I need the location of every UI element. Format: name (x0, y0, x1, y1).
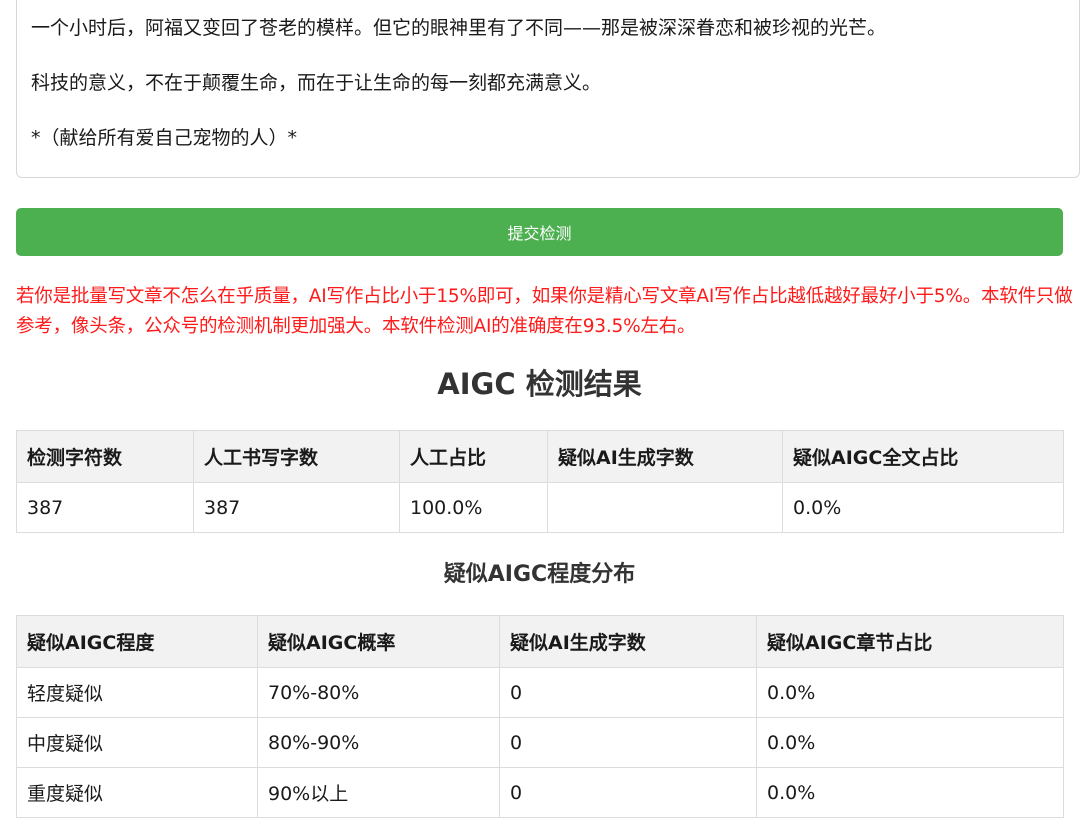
cell-ai-count: 0 (499, 717, 757, 768)
table-row: 387 387 100.0% 0.0% (16, 482, 1064, 533)
cell-ai-count (547, 482, 783, 533)
cell-level: 中度疑似 (16, 717, 258, 768)
cell-probability: 80%-90% (257, 717, 500, 768)
submit-detection-button[interactable]: 提交检测 (16, 208, 1063, 256)
header-ai-count: 疑似AI生成字数 (547, 430, 783, 483)
header-ai-char-count: 疑似AI生成字数 (499, 615, 757, 668)
header-section-ratio: 疑似AIGC章节占比 (756, 615, 1064, 668)
table-row: 轻度疑似 70%-80% 0 0.0% (16, 667, 1064, 718)
notice-text: 若你是批量写文章不怎么在乎质量，AI写作占比小于15%即可，如果你是精心写文章A… (16, 286, 1073, 337)
cell-human-count: 387 (193, 482, 400, 533)
header-aigc-ratio: 疑似AIGC全文占比 (782, 430, 1064, 483)
cell-section-ratio: 0.0% (756, 767, 1064, 818)
cell-section-ratio: 0.0% (756, 667, 1064, 718)
article-paragraph-3: *（献给所有爱自己宠物的人）* (31, 127, 298, 149)
table-row: 中度疑似 80%-90% 0 0.0% (16, 717, 1064, 768)
article-textarea[interactable]: 一个小时后，阿福又变回了苍老的模样。但它的眼神里有了不同——那是被深深眷恋和被珍… (16, 0, 1080, 178)
article-paragraph-1: 一个小时后，阿福又变回了苍老的模样。但它的眼神里有了不同——那是被深深眷恋和被珍… (31, 17, 887, 39)
results-title: AIGC 检测结果 (437, 367, 642, 401)
distribution-header-row: 疑似AIGC程度 疑似AIGC概率 疑似AI生成字数 疑似AIGC章节占比 (16, 615, 1064, 668)
results-header-row: 检测字符数 人工书写字数 人工占比 疑似AI生成字数 疑似AIGC全文占比 (16, 430, 1064, 483)
article-paragraph-2: 科技的意义，不在于颠覆生命，而在于让生命的每一刻都充满意义。 (31, 72, 602, 94)
cell-human-ratio: 100.0% (399, 482, 548, 533)
table-row: 重度疑似 90%以上 0 0.0% (16, 767, 1064, 818)
header-aigc-level: 疑似AIGC程度 (16, 615, 258, 668)
header-human-ratio: 人工占比 (399, 430, 548, 483)
cell-ai-count: 0 (499, 667, 757, 718)
cell-probability: 70%-80% (257, 667, 500, 718)
cell-ai-count: 0 (499, 767, 757, 818)
header-aigc-probability: 疑似AIGC概率 (257, 615, 500, 668)
cell-section-ratio: 0.0% (756, 717, 1064, 768)
distribution-table: 疑似AIGC程度 疑似AIGC概率 疑似AI生成字数 疑似AIGC章节占比 轻度… (16, 615, 1064, 818)
distribution-title: 疑似AIGC程度分布 (443, 562, 636, 587)
cell-aigc-ratio: 0.0% (782, 482, 1064, 533)
results-table: 检测字符数 人工书写字数 人工占比 疑似AI生成字数 疑似AIGC全文占比 38… (16, 430, 1064, 533)
header-char-count: 检测字符数 (16, 430, 194, 483)
cell-char-count: 387 (16, 482, 194, 533)
cell-probability: 90%以上 (257, 767, 500, 818)
cell-level: 重度疑似 (16, 767, 258, 818)
page: 一个小时后，阿福又变回了苍老的模样。但它的眼神里有了不同——那是被深深眷恋和被珍… (0, 0, 1080, 840)
header-human-count: 人工书写字数 (193, 430, 400, 483)
cell-level: 轻度疑似 (16, 667, 258, 718)
